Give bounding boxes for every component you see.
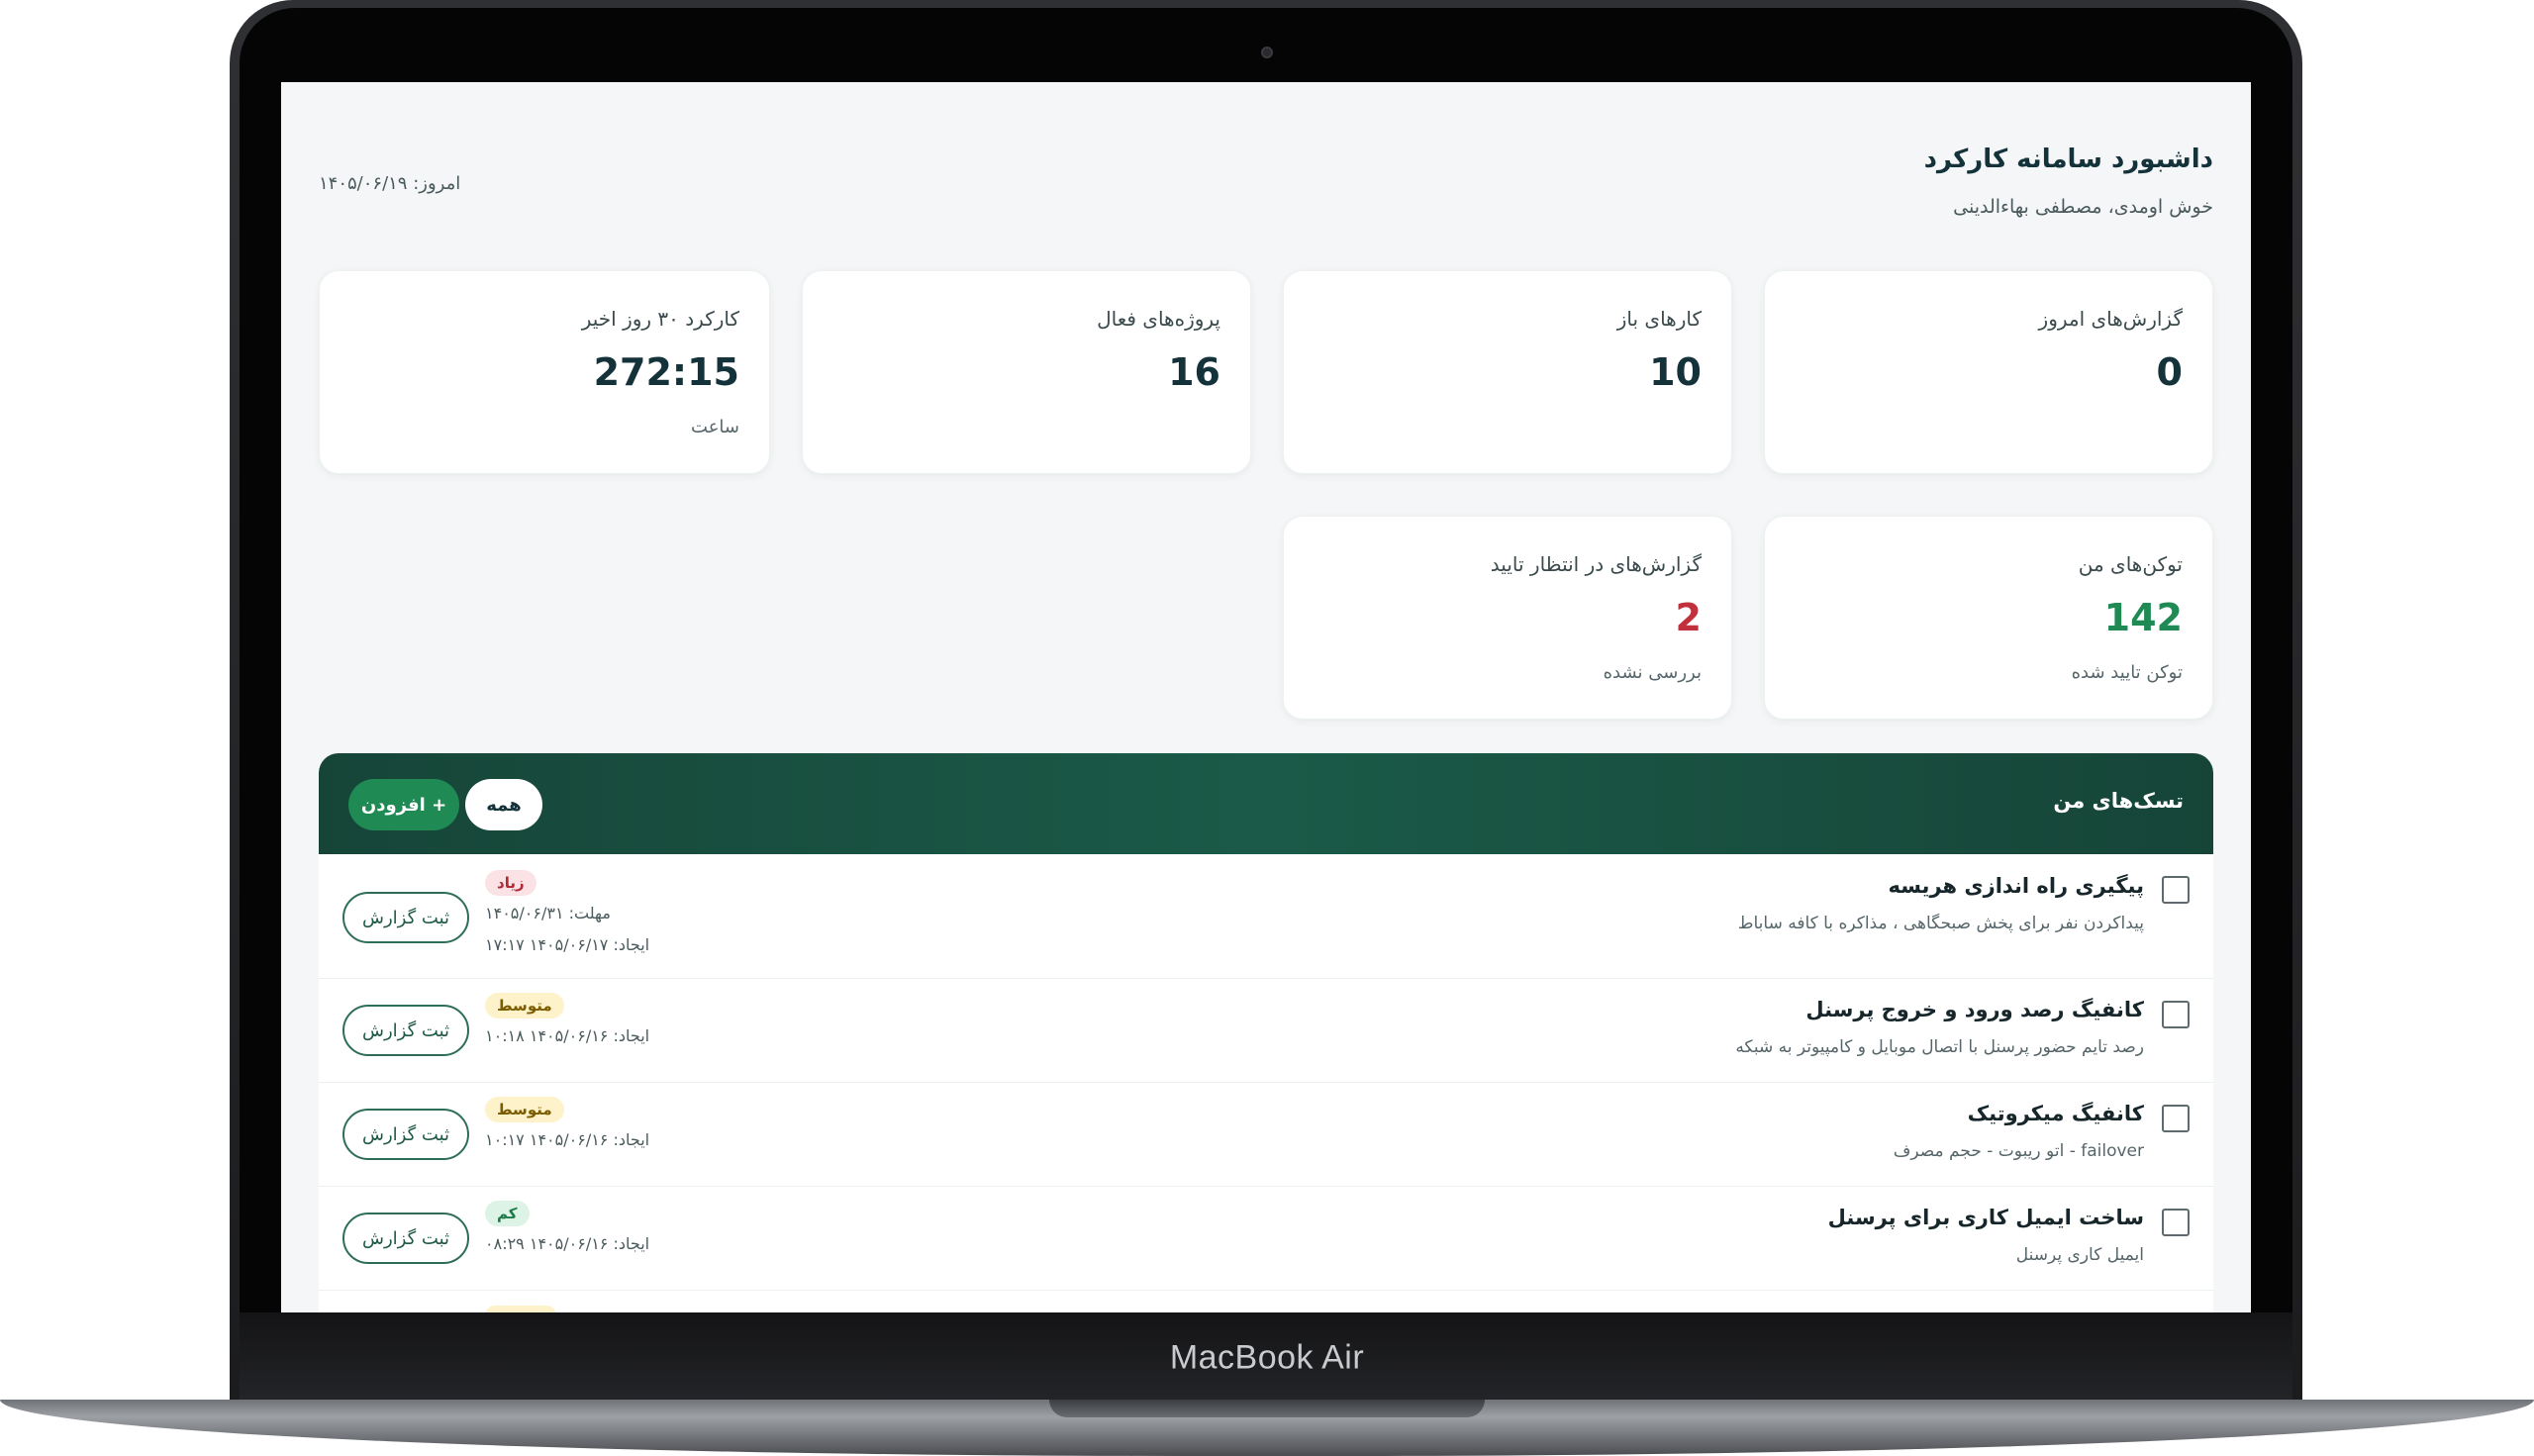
stat-label: گزارش‌های در انتظار تایید bbox=[1490, 552, 1702, 576]
task-title: کانفیگ میکروتیک bbox=[1967, 1102, 2144, 1125]
next-row-badge-peek bbox=[485, 1306, 556, 1312]
task-row: ساخت ایمیل کاری برای پرسنل ایمیل کاری پر… bbox=[319, 1187, 2213, 1291]
tasks-panel: تسک‌های من همه + افزودن پیگیری راه انداز… bbox=[319, 753, 2213, 1312]
tasks-header: تسک‌های من همه + افزودن bbox=[319, 753, 2213, 854]
laptop-hinge-notch bbox=[1049, 1400, 1485, 1417]
app-screen: داشبورد سامانه کارکرد خوش اومدی، مصطفی ب… bbox=[281, 82, 2251, 1312]
page-title: داشبورد سامانه کارکرد bbox=[1923, 145, 2213, 174]
task-checkbox[interactable] bbox=[2162, 1001, 2190, 1028]
submit-report-button[interactable]: ثبت گزارش bbox=[342, 1213, 469, 1264]
stat-card-open-tasks[interactable]: کارهای باز 10 bbox=[1283, 270, 1732, 474]
task-row: کانفیگ میکروتیک failover - اتو ریبوت - ح… bbox=[319, 1083, 2213, 1187]
stat-card-today-reports[interactable]: گزارش‌های امروز 0 bbox=[1764, 270, 2213, 474]
task-deadline: مهلت: ۱۴۰۵/۰۶/۳۱ bbox=[485, 904, 611, 922]
task-description: failover - اتو ریبوت - حجم مصرف bbox=[1893, 1141, 2144, 1161]
stat-label: کارهای باز bbox=[1616, 307, 1702, 331]
stat-label: پروژه‌های فعال bbox=[1097, 307, 1220, 331]
welcome-text: خوش اومدی، مصطفی بهاءالدینی bbox=[1953, 196, 2213, 218]
stat-value: 142 bbox=[2103, 596, 2183, 639]
task-description: پیداکردن نفر برای پخش صبحگاهی ، مذاکره ب… bbox=[1737, 914, 2144, 933]
filter-all-button[interactable]: همه bbox=[465, 779, 542, 830]
submit-report-button[interactable]: ثبت گزارش bbox=[342, 892, 469, 943]
task-title: کانفیگ رصد ورود و خروج پرسنل bbox=[1805, 998, 2144, 1021]
task-created: ایجاد: ۱۴۰۵/۰۶/۱۶ ۱۰:۱۸ bbox=[485, 1026, 650, 1045]
task-checkbox[interactable] bbox=[2162, 876, 2190, 904]
task-created: ایجاد: ۱۴۰۵/۰۶/۱۶ ۰۸:۲۹ bbox=[485, 1234, 650, 1253]
priority-badge: متوسط bbox=[485, 993, 564, 1019]
stat-value: 0 bbox=[2156, 350, 2183, 394]
stat-card-my-tokens[interactable]: توکن‌های من 142 توکن تایید شده bbox=[1764, 516, 2213, 720]
task-created: ایجاد: ۱۴۰۵/۰۶/۱۷ ۱۷:۱۷ bbox=[485, 935, 650, 954]
stat-card-active-projects[interactable]: پروژه‌های فعال 16 bbox=[802, 270, 1251, 474]
task-checkbox[interactable] bbox=[2162, 1105, 2190, 1132]
stat-unit: ساعت bbox=[691, 417, 739, 437]
task-description: رصد تایم حضور پرسنل با اتصال موبایل و کا… bbox=[1735, 1037, 2144, 1057]
laptop-brand-label: MacBook Air bbox=[1169, 1338, 1365, 1377]
submit-report-button[interactable]: ثبت گزارش bbox=[342, 1005, 469, 1056]
task-title: ساخت ایمیل کاری برای پرسنل bbox=[1827, 1206, 2144, 1229]
task-checkbox[interactable] bbox=[2162, 1209, 2190, 1236]
today-date: امروز: ۱۴۰۵/۰۶/۱۹ bbox=[319, 173, 461, 194]
stat-value: 10 bbox=[1649, 350, 1702, 394]
add-task-button[interactable]: + افزودن bbox=[348, 779, 459, 830]
stat-sub: بررسی نشده bbox=[1603, 662, 1702, 683]
stat-value: 16 bbox=[1168, 350, 1220, 394]
stat-label: کارکرد ۳۰ روز اخیر bbox=[581, 307, 739, 331]
priority-badge: زیاد bbox=[485, 870, 536, 896]
stat-label: گزارش‌های امروز bbox=[2038, 307, 2183, 331]
stat-value: 2 bbox=[1675, 596, 1702, 639]
task-row: پیگیری راه اندازی هریسه پیداکردن نفر برا… bbox=[319, 854, 2213, 979]
stat-sub: توکن تایید شده bbox=[2071, 662, 2183, 683]
priority-badge: متوسط bbox=[485, 1097, 564, 1122]
task-description: ایمیل کاری پرسنل bbox=[2015, 1245, 2144, 1265]
stat-label: توکن‌های من bbox=[2078, 552, 2183, 576]
stat-value: 272:15 bbox=[593, 350, 739, 394]
tasks-title: تسک‌های من bbox=[2053, 789, 2184, 813]
stat-card-pending-reports[interactable]: گزارش‌های در انتظار تایید 2 بررسی نشده bbox=[1283, 516, 1732, 720]
submit-report-button[interactable]: ثبت گزارش bbox=[342, 1109, 469, 1160]
priority-badge: کم bbox=[485, 1201, 530, 1226]
camera-icon bbox=[1261, 47, 1273, 58]
task-title: پیگیری راه اندازی هریسه bbox=[1888, 874, 2144, 898]
stat-card-worktime-30d[interactable]: کارکرد ۳۰ روز اخیر 272:15 ساعت bbox=[319, 270, 770, 474]
task-created: ایجاد: ۱۴۰۵/۰۶/۱۶ ۱۰:۱۷ bbox=[485, 1130, 650, 1149]
task-row: کانفیگ رصد ورود و خروج پرسنل رصد تایم حض… bbox=[319, 979, 2213, 1083]
